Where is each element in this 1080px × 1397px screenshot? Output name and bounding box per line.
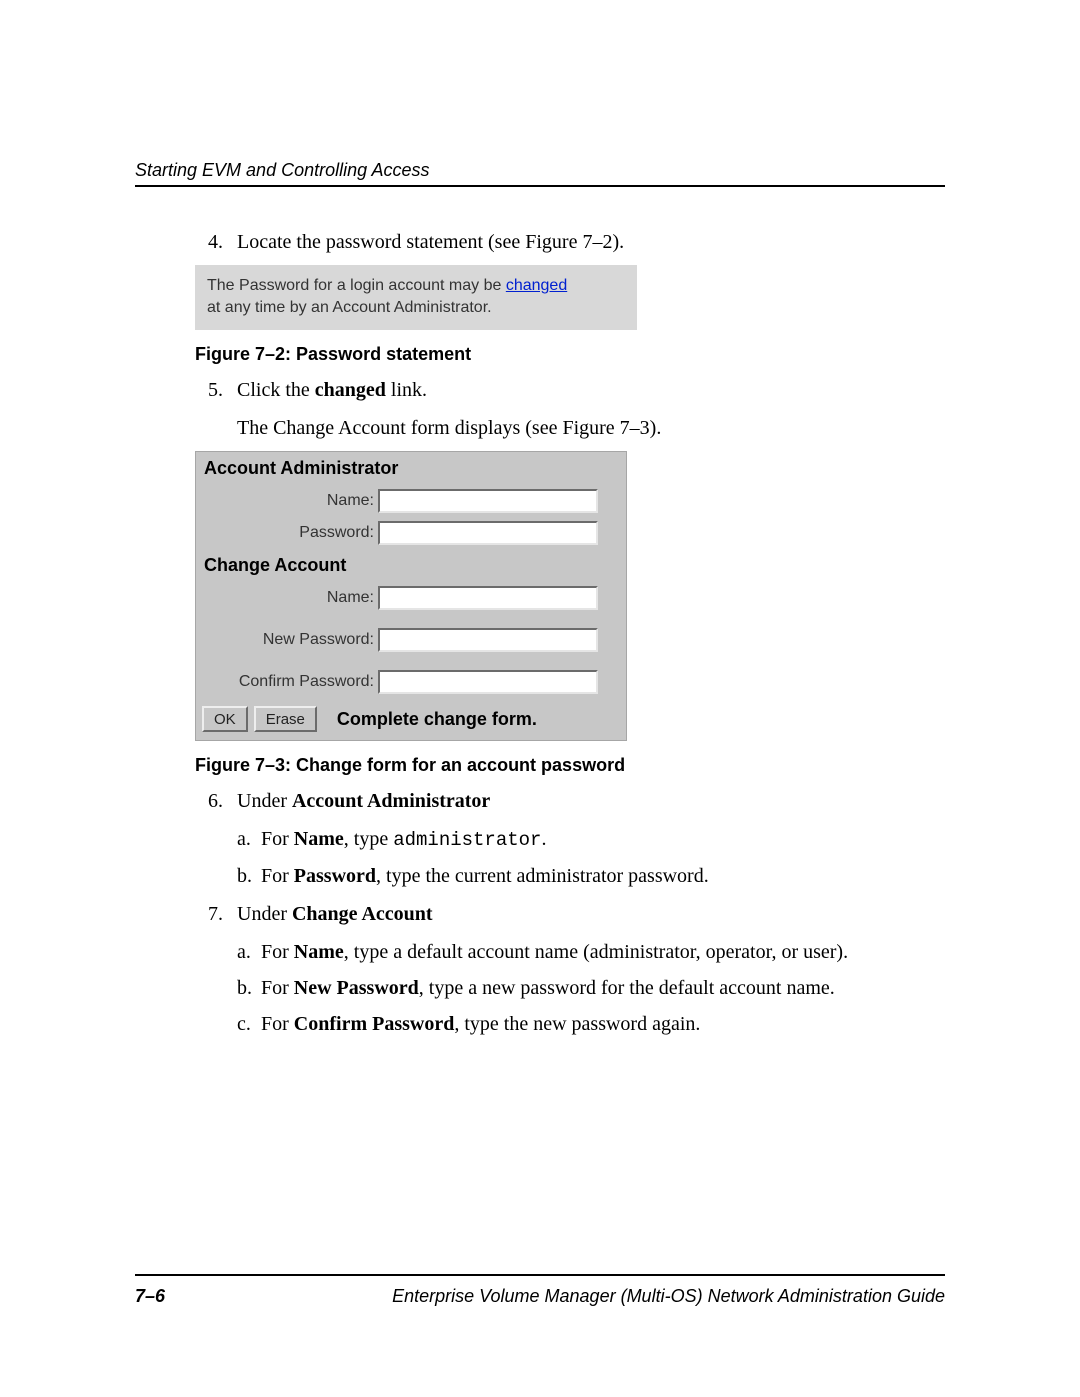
text: , type [344,828,393,850]
sub-text: For Name, type a default account name (a… [261,937,848,967]
step-text: Click the changed link. [237,375,945,405]
step-text: Under Account Administrator [237,786,945,816]
bold-text: changed [315,379,386,401]
text: , type the new password again. [454,1013,700,1035]
text: , type a default account name (administr… [344,941,848,963]
text: . [541,828,546,850]
form-row-confirm: Confirm Password: [196,666,626,698]
new-password-input[interactable] [378,628,598,652]
form-section-title: Change Account [196,549,626,582]
erase-button[interactable]: Erase [254,706,317,732]
step-7a: a. For Name, type a default account name… [195,937,945,967]
bold-text: New Password [294,977,419,999]
step-text: Locate the password statement (see Figur… [237,227,945,257]
text: Under [237,903,292,925]
text: For [261,1013,294,1035]
step-text: Under Change Account [237,899,945,929]
bold-text: Password [294,865,376,887]
text: For [261,828,294,850]
step-5-paragraph: The Change Account form displays (see Fi… [195,413,945,443]
label-name: Name: [196,589,378,607]
text: For [261,941,294,963]
step-5: 5. Click the changed link. [195,375,945,405]
form-button-row: OK Erase Complete change form. [196,698,626,740]
sub-marker: b. [237,973,261,1003]
step-6a: a. For Name, type administrator. [195,824,945,855]
sub-marker: c. [237,1009,261,1039]
sub-text: For Password, type the current administr… [261,861,709,891]
step-4: 4. Locate the password statement (see Fi… [195,227,945,257]
sub-marker: a. [237,824,261,855]
complete-change-form-text: Complete change form. [323,709,537,730]
text: , type the current administrator passwor… [376,865,709,887]
bold-text: Account Administrator [292,790,490,812]
text: Click the [237,379,315,401]
sub-text: For Confirm Password, type the new passw… [261,1009,700,1039]
figure-7-2-caption: Figure 7–2: Password statement [195,344,945,365]
form-row-newpw: New Password: [196,624,626,656]
step-number: 7. [195,899,237,929]
bold-text: Name [294,828,344,850]
figure-text: The Password for a login account may be [207,277,506,294]
form-row-name: Name: [196,485,626,517]
sub-marker: a. [237,937,261,967]
code-text: administrator [393,829,541,851]
admin-password-input[interactable] [378,521,598,545]
label-new-password: New Password: [196,631,378,649]
bold-text: Name [294,941,344,963]
page-number: 7–6 [135,1286,165,1307]
header-rule [135,185,945,187]
figure-7-3-change-form: Account Administrator Name: Password: Ch… [195,451,627,741]
confirm-password-input[interactable] [378,670,598,694]
ok-button[interactable]: OK [202,706,248,732]
text: Under [237,790,292,812]
label-name: Name: [196,492,378,510]
changed-link[interactable]: changed [506,277,567,294]
text: , type a new password for the default ac… [419,977,835,999]
page-footer: 7–6 Enterprise Volume Manager (Multi-OS)… [135,1274,945,1307]
sub-text: For Name, type administrator. [261,824,546,855]
step-number: 5. [195,375,237,405]
label-confirm-password: Confirm Password: [196,673,378,691]
form-row-name2: Name: [196,582,626,614]
sub-text: For New Password, type a new password fo… [261,973,835,1003]
text: For [261,977,294,999]
figure-text-line2: at any time by an Account Administrator. [207,299,492,316]
label-password: Password: [196,524,378,542]
step-number: 6. [195,786,237,816]
text: link. [386,379,427,401]
step-7b: b. For New Password, type a new password… [195,973,945,1003]
figure-7-3-caption: Figure 7–3: Change form for an account p… [195,755,945,776]
document-title: Enterprise Volume Manager (Multi-OS) Net… [392,1286,945,1307]
step-7c: c. For Confirm Password, type the new pa… [195,1009,945,1039]
admin-name-input[interactable] [378,489,598,513]
step-6: 6. Under Account Administrator [195,786,945,816]
bold-text: Change Account [292,903,433,925]
form-row-password: Password: [196,517,626,549]
bold-text: Confirm Password [294,1013,455,1035]
text: For [261,865,294,887]
body-content: 4. Locate the password statement (see Fi… [135,227,945,1039]
step-6b: b. For Password, type the current admini… [195,861,945,891]
form-section-title: Account Administrator [196,452,626,485]
figure-7-2-password-statement: The Password for a login account may be … [195,265,637,330]
footer-rule [135,1274,945,1276]
step-number: 4. [195,227,237,257]
step-7: 7. Under Change Account [195,899,945,929]
sub-marker: b. [237,861,261,891]
change-name-input[interactable] [378,586,598,610]
running-header: Starting EVM and Controlling Access [135,160,945,181]
